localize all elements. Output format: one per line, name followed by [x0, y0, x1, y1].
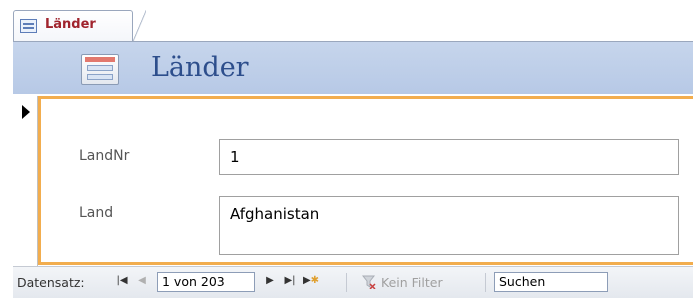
new-record-icon[interactable]: ▶✱: [302, 274, 320, 288]
search-input[interactable]: Suchen: [494, 272, 608, 292]
form-title: Länder: [151, 52, 249, 83]
left-margin: [0, 42, 13, 298]
separator: [346, 273, 347, 292]
first-record-icon[interactable]: |◀: [116, 274, 128, 288]
tab-laender[interactable]: Länder: [13, 10, 146, 43]
tab-label: Länder: [45, 17, 96, 32]
record-selector[interactable]: [13, 96, 38, 266]
land-field[interactable]: Afghanistan: [219, 196, 679, 255]
landnr-field[interactable]: 1: [219, 139, 679, 175]
current-record-arrow-icon: [22, 105, 30, 119]
next-record-icon[interactable]: ▶: [264, 274, 276, 288]
filter-icon: [362, 275, 376, 289]
record-position-input[interactable]: 1 von 203: [157, 272, 255, 292]
filter-toggle[interactable]: Kein Filter: [381, 275, 443, 290]
form-header: Länder: [13, 42, 693, 94]
form-icon: [20, 19, 37, 33]
record-label: Datensatz:: [17, 275, 85, 290]
separator: [485, 273, 486, 292]
last-record-icon[interactable]: ▶|: [282, 274, 298, 288]
landnr-label: LandNr: [79, 148, 130, 164]
form-icon: [81, 54, 119, 85]
form-detail: LandNr 1 Land Afghanistan: [38, 96, 693, 265]
land-label: Land: [79, 205, 114, 221]
previous-record-icon[interactable]: ◀: [136, 274, 148, 288]
record-navigation-bar: Datensatz: |◀ ◀ 1 von 203 ▶ ▶| ▶✱ Kein F…: [13, 266, 693, 298]
document-tab-strip: Länder: [0, 0, 693, 43]
